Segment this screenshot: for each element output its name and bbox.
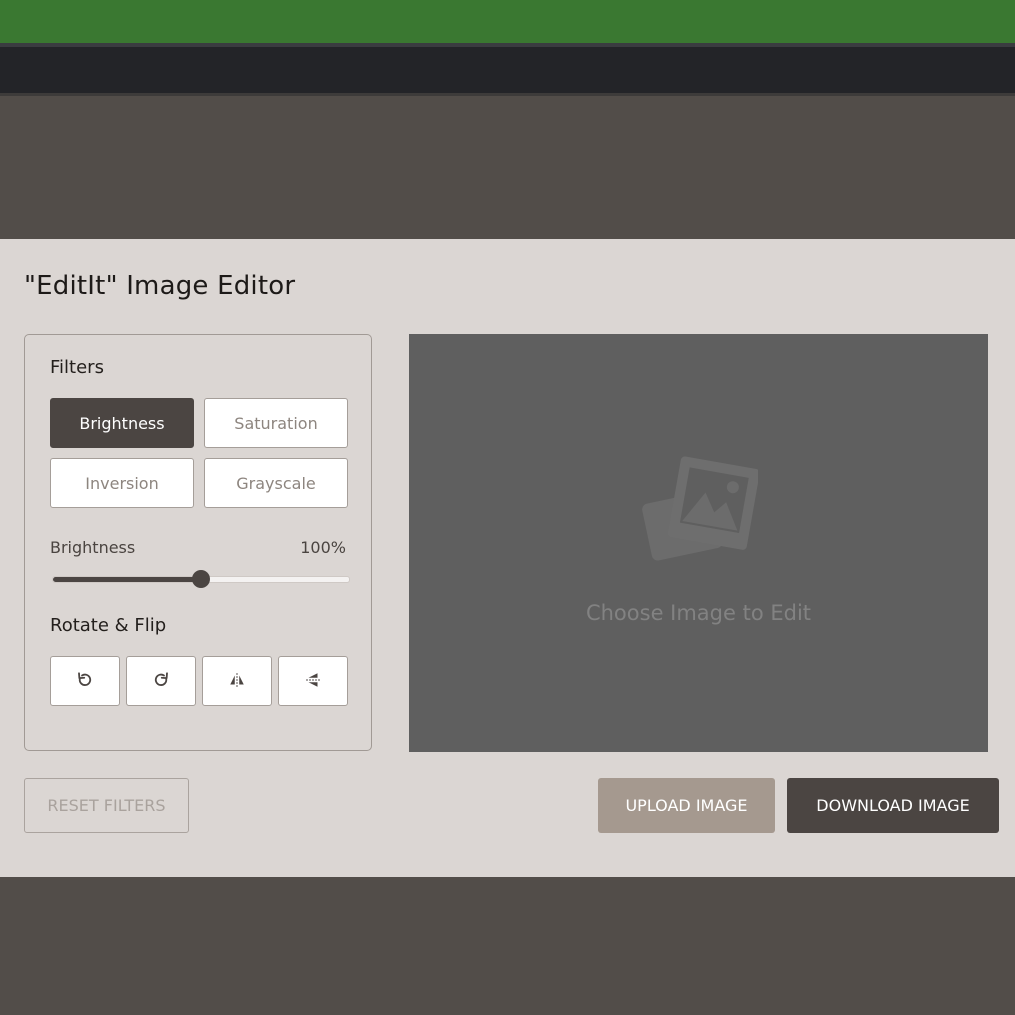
download-image-button[interactable]: DOWNLOAD IMAGE	[787, 778, 999, 833]
editor-controls-panel: Filters Brightness Saturation Inversion …	[24, 334, 372, 751]
navigation-bar	[0, 47, 1015, 93]
flip-horizontal-icon	[228, 671, 246, 692]
rotate-right-button[interactable]	[126, 656, 196, 706]
filters-heading: Filters	[50, 357, 104, 378]
upload-image-button[interactable]: UPLOAD IMAGE	[598, 778, 775, 833]
editor-container: "EditIt" Image Editor Filters Brightness…	[0, 239, 1015, 877]
flip-vertical-icon	[304, 671, 322, 692]
filter-grayscale-button[interactable]: Grayscale	[204, 458, 348, 508]
reset-filters-button[interactable]: RESET FILTERS	[24, 778, 189, 833]
rotate-left-icon	[76, 671, 94, 692]
slider-thumb[interactable]	[192, 570, 210, 588]
flip-vertical-button[interactable]	[278, 656, 348, 706]
rotate-flip-heading: Rotate & Flip	[50, 615, 167, 636]
flip-horizontal-button[interactable]	[202, 656, 272, 706]
filter-inversion-button[interactable]: Inversion	[50, 458, 194, 508]
rotate-left-button[interactable]	[50, 656, 120, 706]
preview-placeholder-text: Choose Image to Edit	[585, 601, 812, 625]
slider-fill	[53, 577, 201, 582]
brightness-slider[interactable]	[52, 570, 350, 588]
filter-saturation-button[interactable]: Saturation	[204, 398, 348, 448]
browser-top-bar	[0, 0, 1015, 43]
image-placeholder-icon	[638, 454, 760, 568]
page-title: "EditIt" Image Editor	[24, 271, 296, 301]
nav-bar-divider	[0, 93, 1015, 96]
slider-value: 100%	[300, 538, 346, 557]
rotate-right-icon	[152, 671, 170, 692]
image-preview: Choose Image to Edit	[409, 334, 988, 752]
slider-label: Brightness	[50, 538, 136, 557]
filter-brightness-button[interactable]: Brightness	[50, 398, 194, 448]
